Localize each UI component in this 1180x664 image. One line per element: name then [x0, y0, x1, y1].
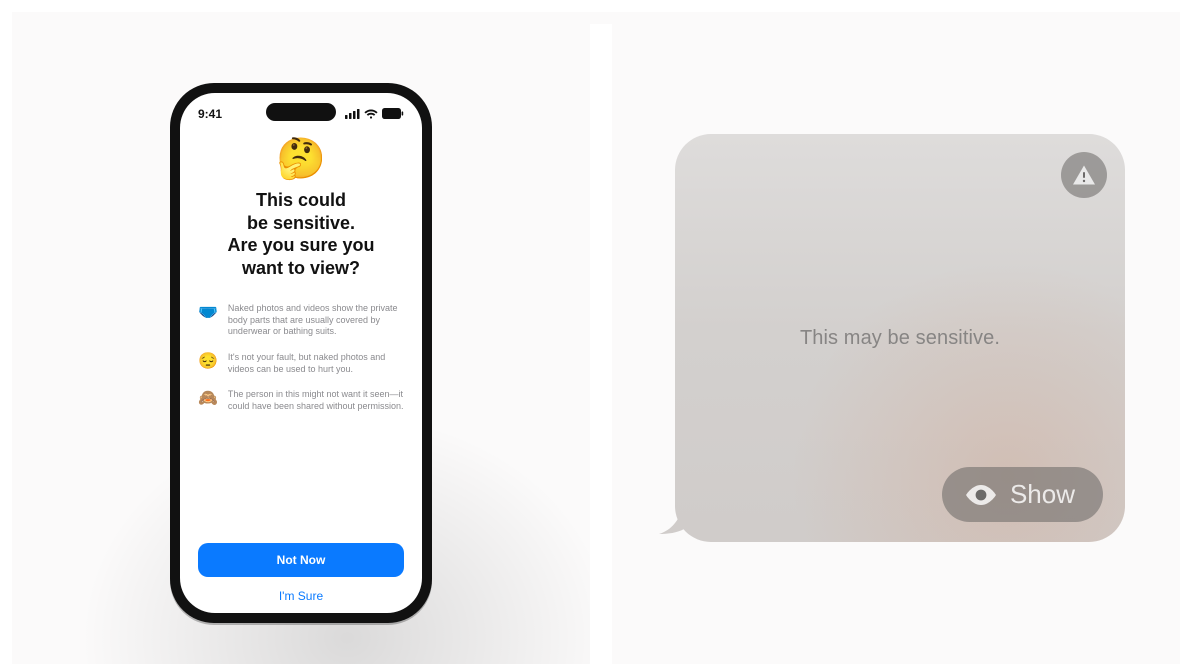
- bullet-text: It's not your fault, but naked photos an…: [228, 352, 404, 375]
- sad-face-icon: 😔: [198, 352, 218, 375]
- phone-screen: 9:41 🤔 This could be sensitive. Are you …: [180, 93, 422, 613]
- thinking-face-icon: 🤔: [276, 139, 326, 179]
- panel-divider: [590, 24, 612, 664]
- warning-title-line: want to view?: [242, 258, 360, 278]
- phone-panel: 9:41 🤔 This could be sensitive. Are you …: [0, 0, 590, 664]
- warning-title: This could be sensitive. Are you sure yo…: [227, 189, 374, 279]
- bullet-text: Naked photos and videos show the private…: [228, 303, 404, 338]
- message-panel: This may be sensitive. Show: [590, 0, 1180, 664]
- bullet-item: 🩲 Naked photos and videos show the priva…: [198, 303, 404, 338]
- sensitive-label: This may be sensitive.: [800, 327, 1000, 350]
- iphone-mock: 9:41 🤔 This could be sensitive. Are you …: [170, 83, 432, 623]
- dynamic-island: [266, 103, 336, 121]
- warning-title-line: be sensitive.: [247, 213, 355, 233]
- eye-icon: [964, 483, 998, 507]
- status-time: 9:41: [198, 107, 222, 121]
- show-button-label: Show: [1010, 479, 1075, 510]
- see-no-evil-icon: 🙈: [198, 389, 218, 412]
- status-icons: [345, 108, 404, 119]
- underwear-icon: 🩲: [198, 303, 218, 338]
- warning-title-line: Are you sure you: [227, 235, 374, 255]
- cellular-icon: [345, 109, 360, 119]
- sensitive-message-bubble: This may be sensitive. Show: [675, 134, 1125, 542]
- bullet-item: 🙈 The person in this might not want it s…: [198, 389, 404, 412]
- bullet-text: The person in this might not want it see…: [228, 389, 404, 412]
- phone-frame: 9:41 🤔 This could be sensitive. Are you …: [170, 83, 432, 623]
- warning-triangle-icon: [1061, 152, 1107, 198]
- wifi-icon: [364, 109, 378, 119]
- show-button[interactable]: Show: [942, 467, 1103, 522]
- im-sure-button[interactable]: I'm Sure: [198, 589, 404, 603]
- sensitive-warning-card: 🤔 This could be sensitive. Are you sure …: [180, 129, 422, 613]
- message-bubble-wrap: This may be sensitive. Show: [675, 134, 1125, 542]
- battery-icon: [382, 108, 404, 119]
- warning-title-line: This could: [256, 190, 346, 210]
- warning-bullets: 🩲 Naked photos and videos show the priva…: [198, 303, 404, 413]
- not-now-button[interactable]: Not Now: [198, 543, 404, 577]
- bullet-item: 😔 It's not your fault, but naked photos …: [198, 352, 404, 375]
